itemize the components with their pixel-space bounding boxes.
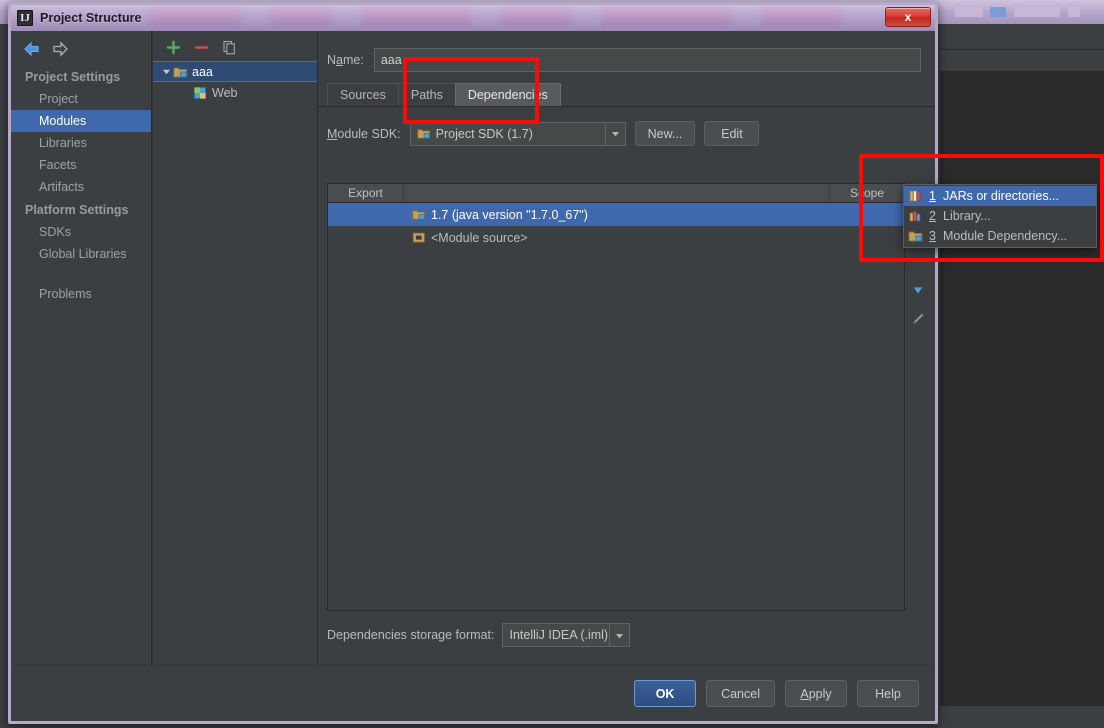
settings-sidebar: Project Settings Project Modules Librari… (11, 31, 152, 665)
titlebar-gradient-decoration (131, 5, 855, 30)
module-folder-icon (908, 229, 924, 243)
tab-paths[interactable]: Paths (397, 83, 456, 106)
dependency-name-label: <Module source> (431, 230, 528, 245)
dependencies-table: Export Scope 1.7 (java version "1.7.0_67… (327, 183, 905, 611)
popup-item-library[interactable]: 2 Library... (904, 206, 1096, 226)
module-sdk-value: Project SDK (1.7) (435, 126, 533, 141)
apply-button[interactable]: Apply (785, 680, 847, 707)
ide-titlebar-chip (990, 7, 1006, 17)
dependencies-storage-label: Dependencies storage format: (327, 628, 495, 642)
settings-content: aaa Web Name: aaa Sources Paths Dependen… (152, 31, 935, 665)
project-structure-dialog: IJ Project Structure x Project Settings (8, 2, 938, 724)
popup-item-mnemonic: 2 (929, 209, 936, 223)
table-row[interactable]: <Module source> (328, 226, 904, 249)
ide-statusbar (940, 706, 1104, 728)
tree-node-web[interactable]: Web (153, 82, 317, 103)
dialog-body: Project Settings Project Modules Librari… (11, 31, 935, 665)
ide-titlebar-chip (1068, 7, 1080, 17)
minus-icon[interactable] (194, 40, 209, 55)
ide-titlebar-chip (955, 7, 983, 17)
module-source-icon (412, 232, 425, 243)
add-dependency-popup-menu: 1 JARs or directories... 2 Library... 3 … (903, 184, 1097, 248)
module-sdk-row: Module SDK: Project SDK (1.7) New... Edi… (319, 107, 935, 146)
module-editor-pane: Name: Sources Paths Dependencies Module … (319, 31, 935, 665)
sidebar-item-project[interactable]: Project (11, 88, 151, 110)
sdk-folder-icon (412, 210, 426, 220)
sidebar-item-global-libraries[interactable]: Global Libraries (11, 243, 151, 265)
column-header-export[interactable]: Export (328, 184, 404, 202)
jar-files-icon (908, 189, 924, 203)
tree-node-label: Web (212, 85, 238, 100)
arrow-left-icon[interactable] (23, 41, 41, 57)
close-icon[interactable]: x (885, 7, 931, 27)
dependency-name-label: 1.7 (java version "1.7.0_67") (431, 207, 588, 222)
cancel-button[interactable]: Cancel (706, 680, 775, 707)
popup-item-label: Module Dependency... (943, 229, 1068, 243)
dependency-name-cell: <Module source> (404, 231, 830, 245)
help-button[interactable]: Help (857, 680, 919, 707)
popup-item-module-dependency[interactable]: 3 Module Dependency... (904, 226, 1096, 246)
dependencies-storage-value: IntelliJ IDEA (.iml) (509, 628, 609, 642)
arrow-right-icon[interactable] (51, 41, 69, 57)
popup-item-jars-or-directories[interactable]: 1 JARs or directories... (904, 186, 1096, 206)
sidebar-item-artifacts[interactable]: Artifacts (11, 176, 151, 198)
module-tree-panel: aaa Web (153, 31, 318, 665)
module-tree-toolbar (153, 31, 317, 61)
dependencies-storage-row: Dependencies storage format: IntelliJ ID… (327, 623, 631, 647)
tab-dependencies[interactable]: Dependencies (454, 83, 561, 106)
module-sdk-combobox[interactable]: Project SDK (1.7) (409, 121, 626, 146)
pencil-edit-icon[interactable] (911, 311, 927, 327)
copy-icon[interactable] (222, 40, 237, 55)
column-header-scope[interactable]: Scope (830, 184, 904, 202)
sidebar-item-problems[interactable]: Problems (11, 283, 151, 305)
dependencies-storage-combobox[interactable]: IntelliJ IDEA (.iml) (502, 623, 631, 647)
popup-item-mnemonic: 3 (929, 229, 936, 243)
library-icon (908, 209, 924, 223)
plus-icon[interactable] (166, 40, 181, 55)
new-sdk-button[interactable]: New... (634, 121, 696, 146)
sidebar-item-facets[interactable]: Facets (11, 154, 151, 176)
column-header-name[interactable] (404, 184, 830, 202)
ok-button[interactable]: OK (634, 680, 697, 707)
edit-sdk-button[interactable]: Edit (704, 121, 760, 146)
sidebar-item-sdks[interactable]: SDKs (11, 221, 151, 243)
chevron-down-icon[interactable] (604, 122, 625, 145)
intellij-idea-icon: IJ (17, 9, 33, 26)
sidebar-group-platform-settings: Platform Settings (25, 203, 129, 217)
sdk-folder-icon (417, 129, 430, 139)
chevron-down-icon[interactable] (911, 283, 927, 299)
chevron-down-icon[interactable] (609, 624, 629, 646)
tree-node-aaa[interactable]: aaa (153, 61, 317, 82)
navigation-arrows (11, 35, 151, 65)
sidebar-group-project-settings: Project Settings (25, 70, 121, 84)
module-name-label: Name: (327, 53, 364, 67)
sidebar-item-libraries[interactable]: Libraries (11, 132, 151, 154)
ide-toolbar (940, 24, 1104, 50)
module-folder-icon (173, 65, 188, 79)
ide-titlebar-chip (1014, 7, 1060, 17)
ide-editor-area (940, 24, 1104, 728)
module-name-row: Name: (319, 31, 935, 72)
module-sdk-value-wrap: Project SDK (1.7) (411, 127, 605, 141)
popup-item-label: JARs or directories... (943, 189, 1060, 203)
dependencies-table-header: Export Scope (328, 184, 904, 203)
dialog-title: Project Structure (40, 10, 142, 25)
dialog-footer: OK Cancel Apply Help (11, 665, 935, 721)
dialog-titlebar: IJ Project Structure x (11, 5, 935, 31)
popup-item-label: Library... (943, 209, 991, 223)
module-tab-strip: Sources Paths Dependencies (319, 72, 935, 107)
popup-item-mnemonic: 1 (929, 189, 936, 203)
sidebar-item-modules[interactable]: Modules (11, 110, 151, 132)
ide-tabbar (940, 50, 1104, 72)
chevron-down-icon[interactable] (159, 67, 173, 76)
web-facet-icon (193, 86, 208, 100)
table-row[interactable]: 1.7 (java version "1.7.0_67") (328, 203, 904, 226)
dependency-name-cell: 1.7 (java version "1.7.0_67") (404, 208, 830, 222)
module-name-input[interactable] (373, 48, 921, 72)
module-sdk-label: Module SDK: (327, 126, 401, 141)
tab-sources[interactable]: Sources (327, 83, 399, 106)
sidebar-divider (11, 265, 151, 283)
tree-node-label: aaa (192, 64, 213, 79)
